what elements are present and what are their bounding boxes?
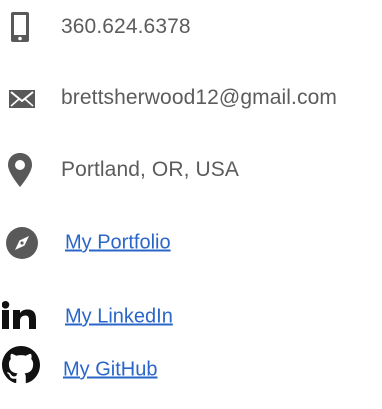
- compass-icon: [6, 227, 38, 259]
- portfolio-link[interactable]: My Portfolio: [65, 232, 171, 255]
- contact-email-row: brettsherwood12@gmail.com: [0, 78, 382, 118]
- linkedin-row: My LinkedIn: [0, 297, 382, 337]
- github-icon: [2, 346, 40, 384]
- contact-phone-row: 360.624.6378: [0, 7, 382, 47]
- map-marker-icon: [8, 153, 32, 187]
- contact-location-row: Portland, OR, USA: [0, 150, 382, 190]
- github-link[interactable]: My GitHub: [63, 359, 157, 382]
- linkedin-icon: [2, 301, 42, 329]
- linkedin-link[interactable]: My LinkedIn: [65, 306, 173, 329]
- location-text: Portland, OR, USA: [61, 158, 239, 181]
- envelope-icon: [9, 90, 35, 108]
- phone-number: 360.624.6378: [61, 15, 191, 38]
- github-row: My GitHub: [0, 346, 382, 390]
- portfolio-row: My Portfolio: [0, 223, 382, 263]
- email-address: brettsherwood12@gmail.com: [61, 86, 337, 109]
- mobile-phone-icon: [10, 11, 30, 43]
